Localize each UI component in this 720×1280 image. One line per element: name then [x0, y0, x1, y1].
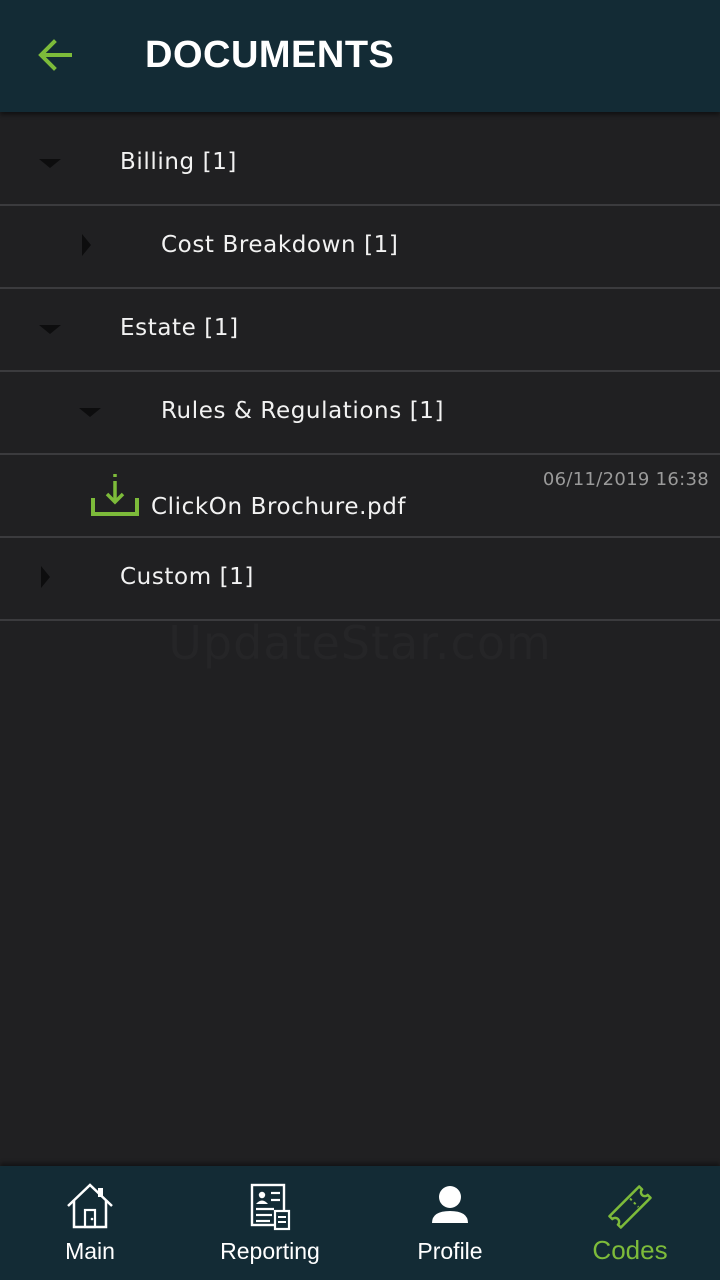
home-icon: [67, 1183, 113, 1229]
watermark: UpdateStar.com: [168, 616, 552, 670]
download-icon[interactable]: [90, 471, 140, 521]
caret-down-icon: [39, 159, 61, 168]
tree-folder-cost-breakdown[interactable]: Cost Breakdown [1]: [0, 206, 720, 289]
arrow-left-icon: [38, 39, 72, 71]
report-icon: [250, 1183, 291, 1231]
folder-label: Estate [1]: [120, 315, 239, 341]
app-header: DOCUMENTS: [0, 0, 720, 112]
tree-folder-custom[interactable]: Custom [1]: [0, 538, 720, 621]
caret-right-icon: [82, 234, 91, 256]
folder-label: Custom [1]: [120, 564, 255, 590]
caret-down-icon: [79, 408, 101, 417]
tree-folder-rules-regulations[interactable]: Rules & Regulations [1]: [0, 372, 720, 455]
caret-right-icon: [41, 566, 50, 588]
nav-main[interactable]: Main: [0, 1166, 180, 1280]
page-title: DOCUMENTS: [145, 34, 395, 76]
bottom-navigation: Main Reporting Profile Codes: [0, 1166, 720, 1280]
tree-file-item[interactable]: 06/11/2019 16:38 ClickOn Brochure.pdf: [0, 455, 720, 538]
document-tree: Billing [1] Cost Breakdown [1] Estate [1…: [0, 123, 720, 621]
caret-down-icon: [39, 325, 61, 334]
nav-label: Reporting: [220, 1238, 320, 1264]
tree-folder-estate[interactable]: Estate [1]: [0, 289, 720, 372]
file-name: ClickOn Brochure.pdf: [151, 494, 407, 520]
folder-label: Billing [1]: [120, 149, 238, 175]
folder-label: Cost Breakdown [1]: [161, 232, 399, 258]
nav-codes[interactable]: Codes: [540, 1166, 720, 1280]
ticket-icon: [608, 1185, 652, 1229]
file-date: 06/11/2019 16:38: [542, 469, 709, 490]
tree-folder-billing[interactable]: Billing [1]: [0, 123, 720, 206]
nav-label: Main: [65, 1238, 115, 1264]
person-icon: [432, 1186, 468, 1223]
nav-reporting[interactable]: Reporting: [180, 1166, 360, 1280]
nav-profile[interactable]: Profile: [360, 1166, 540, 1280]
nav-label: Codes: [592, 1235, 668, 1265]
folder-label: Rules & Regulations [1]: [161, 398, 445, 424]
back-button[interactable]: [30, 30, 80, 80]
nav-label: Profile: [417, 1238, 483, 1264]
